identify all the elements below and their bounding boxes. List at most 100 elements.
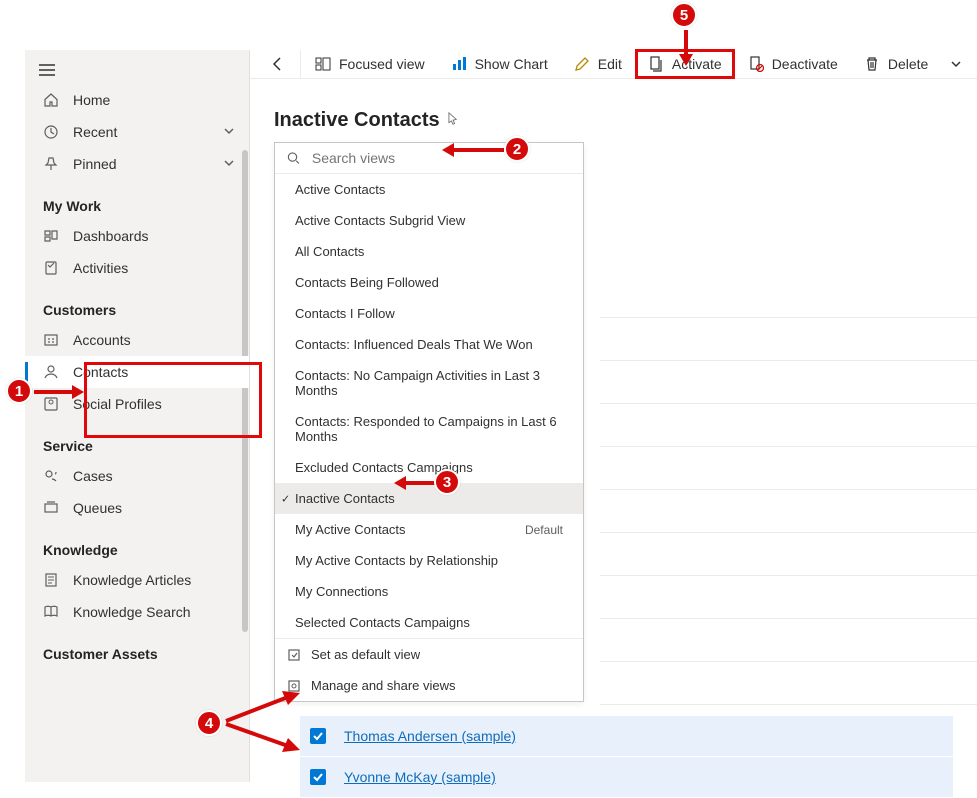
nav-activities[interactable]: Activities [25,252,249,284]
record-link[interactable]: Yvonne McKay (sample) [344,769,496,785]
option-label: Active Contacts [295,182,385,197]
view-option[interactable]: Contacts I Follow [275,298,583,329]
back-arrow-icon [270,56,286,72]
nav-knowledge-search[interactable]: Knowledge Search [25,596,249,628]
callout-arrow-3 [392,471,438,495]
option-label: My Connections [295,584,388,599]
deactivate-button[interactable]: Deactivate [736,50,850,78]
view-option[interactable]: Contacts: No Campaign Activities in Last… [275,360,583,406]
option-label: Contacts Being Followed [295,275,439,290]
book-icon [43,604,59,620]
option-label: Contacts: Responded to Campaigns in Last… [295,414,563,444]
nav-label: Home [73,92,235,108]
nav-cases[interactable]: Cases [25,460,249,492]
contacts-icon [43,364,59,380]
button-label: Delete [888,56,928,72]
nav-queues[interactable]: Queues [25,492,249,524]
view-option[interactable]: My Connections [275,576,583,607]
nav-accounts[interactable]: Accounts [25,324,249,356]
view-picker-trigger[interactable]: Inactive Contacts [274,109,953,132]
nav-recent[interactable]: Recent [25,116,249,148]
grid-background-lines [600,275,977,705]
home-icon [43,92,59,108]
button-label: Focused view [339,56,425,72]
nav-label: Queues [73,500,235,516]
chart-icon [451,56,467,72]
queues-icon [43,500,59,516]
nav-label: Knowledge Articles [73,572,235,588]
section-mywork: My Work [25,180,249,220]
option-label: All Contacts [295,244,364,259]
hamburger-button[interactable] [25,56,249,84]
callout-badge-3: 3 [434,469,460,495]
edit-button[interactable]: Edit [562,50,634,78]
record-link[interactable]: Thomas Andersen (sample) [344,728,516,744]
search-views-field[interactable] [275,143,583,174]
pin-icon [43,156,59,172]
view-option[interactable]: Contacts Being Followed [275,267,583,298]
accounts-icon [43,332,59,348]
callout-arrow-1 [32,380,86,404]
option-label: Contacts I Follow [295,306,395,321]
trash-icon [864,56,880,72]
section-assets: Customer Assets [25,628,249,668]
view-option[interactable]: Active Contacts Subgrid View [275,205,583,236]
nav-knowledge-articles[interactable]: Knowledge Articles [25,564,249,596]
set-default-view[interactable]: Set as default view [275,639,583,670]
callout-badge-5: 5 [671,2,697,28]
nav-label: Contacts [73,364,235,380]
view-option[interactable]: My Active ContactsDefault [275,514,583,545]
nav-home[interactable]: Home [25,84,249,116]
show-chart-button[interactable]: Show Chart [439,50,560,78]
chevron-down-icon [950,58,962,70]
cases-icon [43,468,59,484]
row-checkbox[interactable] [310,769,326,785]
dashboard-icon [43,228,59,244]
button-label: Show Chart [475,56,548,72]
view-option[interactable]: Contacts: Responded to Campaigns in Last… [275,406,583,452]
sidebar: Home Recent Pinned My Work Dashboards Ac… [25,50,250,782]
table-row[interactable]: Thomas Andersen (sample) [300,716,953,757]
view-option[interactable]: Selected Contacts Campaigns [275,607,583,638]
option-label: My Active Contacts by Relationship [295,553,498,568]
row-checkbox[interactable] [310,728,326,744]
view-option[interactable]: All Contacts [275,236,583,267]
button-label: Edit [598,56,622,72]
nav-dashboards[interactable]: Dashboards [25,220,249,252]
check-icon [313,731,323,741]
option-label: Selected Contacts Campaigns [295,615,470,630]
nav-label: Dashboards [73,228,235,244]
activities-icon [43,260,59,276]
delete-button[interactable]: Delete [852,50,940,78]
option-label: Set as default view [311,647,420,662]
callout-arrow-2 [438,138,506,162]
main-area: Focused view Show Chart Edit Activate De… [250,50,977,782]
callout-badge-2: 2 [504,136,530,162]
manage-views[interactable]: Manage and share views [275,670,583,701]
nav-label: Accounts [73,332,235,348]
view-option[interactable]: Active Contacts [275,174,583,205]
nav-label: Cases [73,468,235,484]
callout-badge-1: 1 [6,378,32,404]
view-option[interactable]: My Active Contacts by Relationship [275,545,583,576]
nav-pinned[interactable]: Pinned [25,148,249,180]
focused-view-icon [315,56,331,72]
data-grid: Thomas Andersen (sample) Yvonne McKay (sa… [300,716,953,798]
option-label: My Active Contacts [295,522,406,537]
search-icon [287,151,300,165]
nav-label: Pinned [73,156,209,172]
section-knowledge: Knowledge [25,524,249,564]
back-button[interactable] [256,50,301,78]
nav-label: Knowledge Search [73,604,235,620]
view-title: Inactive Contacts [274,109,440,132]
check-icon [313,772,323,782]
hamburger-icon [39,64,55,76]
option-label: Contacts: Influenced Deals That We Won [295,337,533,352]
view-option[interactable]: Contacts: Influenced Deals That We Won [275,329,583,360]
table-row[interactable]: Yvonne McKay (sample) [300,757,953,798]
activate-icon [648,56,664,72]
nav-label: Recent [73,124,209,140]
focused-view-button[interactable]: Focused view [303,50,437,78]
overflow-button[interactable] [942,52,970,76]
nav-label: Activities [73,260,235,276]
